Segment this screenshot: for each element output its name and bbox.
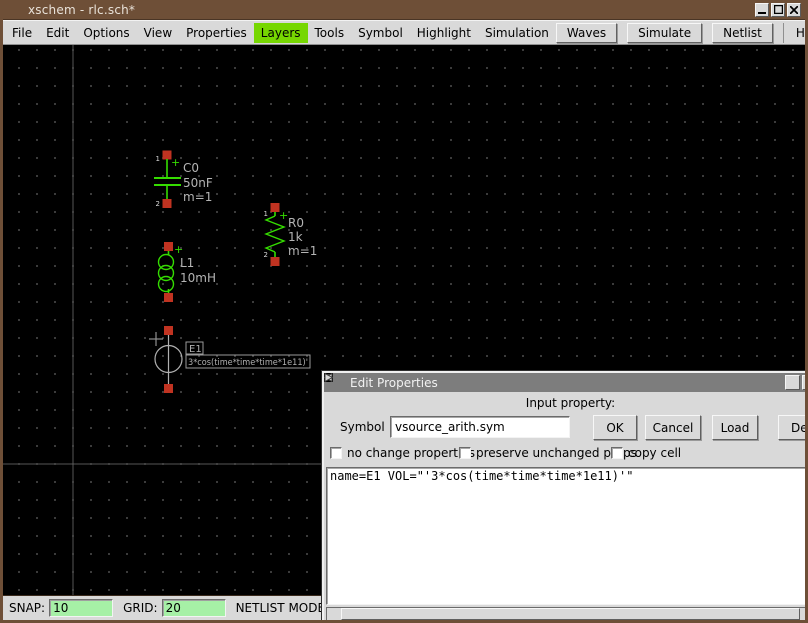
checkbox-row: no change properties preserve unchanged … [324, 446, 808, 464]
symbol-label: Symbol [340, 420, 385, 434]
pin-number: 2 [156, 200, 160, 208]
horizontal-scrollbar[interactable] [326, 607, 808, 621]
menu-tools[interactable]: Tools [308, 23, 352, 43]
scroll-left-icon[interactable] [327, 608, 341, 620]
xschem-window: xschem - rlc.sch* File Edit Options View… [0, 0, 808, 623]
component-value: 3*cos(time*time*time*1e11)' [188, 358, 308, 368]
schematic-canvas[interactable]: 1 2 + C0 50nF m=1 + L1 10mH [3, 45, 805, 595]
symbol-input[interactable] [390, 416, 570, 438]
menu-edit[interactable]: Edit [39, 23, 76, 43]
pin-number: 1 [264, 210, 268, 218]
titlebar[interactable]: xschem - rlc.sch* [3, 0, 805, 20]
polarity-plus: + [171, 156, 180, 169]
window-title: xschem - rlc.sch* [28, 3, 135, 17]
pin-number: 2 [264, 251, 268, 259]
pin-terminal [271, 257, 280, 266]
component-value: 10mH [180, 271, 216, 285]
menu-layers[interactable]: Layers [254, 23, 308, 43]
menu-view[interactable]: View [137, 23, 179, 43]
dialog-minimize-icon[interactable] [785, 375, 800, 390]
component-value: 50nF [183, 176, 213, 190]
component-mult: m=1 [183, 190, 212, 204]
snap-input[interactable] [49, 599, 113, 617]
grid-label: GRID: [123, 601, 157, 615]
polarity-plus: + [279, 209, 288, 222]
polarity-plus: + [174, 243, 183, 256]
scrollbar-thumb[interactable] [341, 608, 800, 620]
menu-file[interactable]: File [5, 23, 39, 43]
maximize-icon[interactable] [771, 3, 785, 17]
dialog-title: Edit Properties [350, 376, 438, 390]
edit-properties-dialog: Edit Properties Input property: Symbol O… [322, 371, 808, 623]
grid-input[interactable] [162, 599, 226, 617]
component-resistor-r0[interactable]: 1 2 + R0 1k m=1 [264, 203, 318, 266]
dialog-titlebar[interactable]: Edit Properties [324, 373, 808, 392]
component-ref: R0 [288, 216, 304, 230]
input-property-label: Input property: [324, 392, 808, 412]
menu-help[interactable]: Help [783, 23, 808, 43]
netlist-button[interactable]: Netlist [712, 23, 773, 43]
component-value: 1k [288, 230, 303, 244]
simulate-button[interactable]: Simulate [627, 23, 702, 43]
pin-terminal [164, 384, 173, 393]
snap-label: SNAP: [9, 601, 45, 615]
del-button[interactable]: Del [778, 415, 808, 440]
pin-terminal [164, 326, 173, 335]
no-change-properties-option[interactable]: no change properties [330, 446, 475, 460]
menu-properties[interactable]: Properties [179, 23, 254, 43]
ok-button[interactable]: OK [593, 415, 637, 440]
scroll-right-icon[interactable] [800, 608, 808, 620]
pin-terminal [164, 293, 173, 302]
window-controls [755, 3, 805, 17]
checkbox-label: no change properties [347, 446, 475, 460]
dialog-controls [785, 375, 808, 390]
pin-number: 1 [156, 155, 160, 163]
component-capacitor-c0[interactable]: 1 2 + C0 50nF m=1 [154, 151, 213, 209]
component-vsource-e1-selected[interactable]: E1 3*cos(time*time*time*1e11)' [149, 326, 310, 393]
component-ref: E1 [189, 344, 202, 355]
cancel-button[interactable]: Cancel [645, 415, 701, 440]
component-ref: L1 [180, 256, 194, 270]
symbol-row: Symbol OK Cancel Load Del [324, 412, 808, 444]
component-mult: m=1 [288, 244, 317, 258]
pin-terminal [164, 242, 173, 251]
checkbox-label: copy cell [628, 446, 681, 460]
no-change-properties-checkbox[interactable] [330, 447, 342, 459]
waves-button[interactable]: Waves [556, 23, 617, 43]
component-ref: C0 [183, 161, 199, 175]
minimize-icon[interactable] [755, 3, 769, 17]
menubar: File Edit Options View Properties Layers… [3, 20, 805, 45]
preserve-unchanged-props-checkbox[interactable] [459, 447, 471, 459]
menu-simulation[interactable]: Simulation [478, 23, 556, 43]
netlist-mode-label: NETLIST MODE: [236, 601, 330, 615]
pin-terminal [163, 199, 172, 208]
load-button[interactable]: Load [712, 415, 758, 440]
close-icon[interactable] [787, 3, 801, 17]
menu-highlight[interactable]: Highlight [410, 23, 478, 43]
menu-symbol[interactable]: Symbol [351, 23, 410, 43]
menu-options[interactable]: Options [76, 23, 136, 43]
dialog-maximize-icon[interactable] [802, 375, 808, 390]
component-inductor-l1[interactable]: + L1 10mH [159, 242, 216, 302]
copy-cell-option[interactable]: copy cell [611, 446, 681, 460]
property-textarea[interactable]: name=E1 VOL="'3*cos(time*time*time*1e11)… [326, 467, 808, 605]
copy-cell-checkbox[interactable] [611, 447, 623, 459]
